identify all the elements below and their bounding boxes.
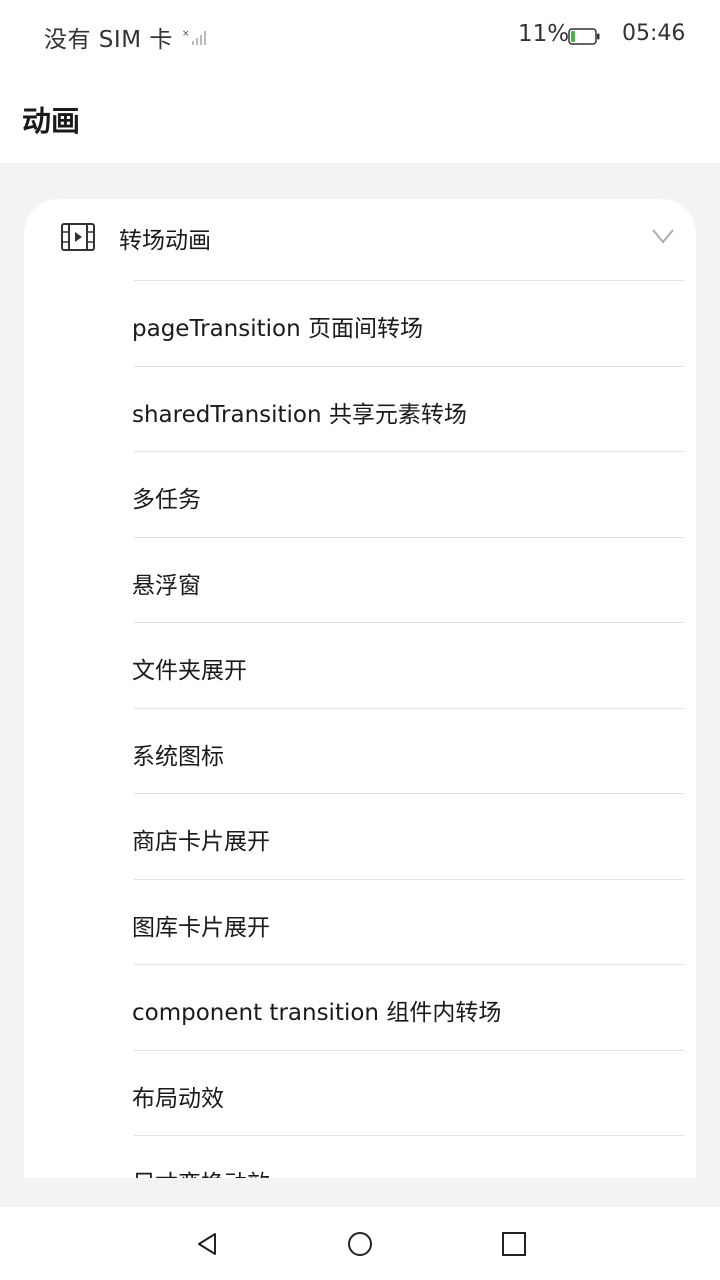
list-item-label: 多任务	[132, 487, 201, 513]
film-icon	[61, 223, 95, 251]
list-item-label: 文件夹展开	[132, 658, 247, 684]
header: 动画	[0, 70, 720, 163]
list-item-label: 商店卡片展开	[132, 829, 270, 855]
list-item[interactable]: pageTransition 页面间转场	[132, 280, 684, 366]
clock: 05:46	[622, 21, 686, 46]
transition-animation-card: 转场动画 pageTransition 页面间转场 sharedTransiti…	[24, 199, 696, 1178]
recent-apps-icon[interactable]	[501, 1231, 527, 1257]
battery-percent: 11%	[518, 21, 570, 47]
battery-icon	[568, 28, 600, 45]
svg-text:×: ×	[182, 29, 190, 39]
list-item-label: pageTransition 页面间转场	[132, 316, 423, 342]
list-item-label: sharedTransition 共享元素转场	[132, 401, 467, 428]
list-item-label: component transition 组件内转场	[132, 1000, 502, 1026]
signal-icon: ×	[182, 29, 206, 45]
list-item-label: 系统图标	[132, 743, 224, 770]
page-title: 动画	[22, 104, 81, 138]
list-item[interactable]: sharedTransition 共享元素转场	[132, 365, 684, 452]
carrier-label: 没有 SIM 卡	[44, 27, 173, 53]
chevron-down-icon[interactable]	[651, 227, 675, 245]
list-item[interactable]: 悬浮窗	[132, 536, 684, 623]
list-item-label: 图库卡片展开	[132, 914, 270, 941]
card-header[interactable]: 转场动画	[24, 199, 696, 279]
navigation-bar	[0, 1207, 720, 1280]
list-item[interactable]: 系统图标	[132, 707, 684, 794]
list-item[interactable]: 文件夹展开	[132, 622, 684, 708]
transition-list: pageTransition 页面间转场 sharedTransition 共享…	[132, 280, 684, 1178]
list-item[interactable]: 多任务	[132, 451, 684, 537]
list-item[interactable]: 布局动效	[132, 1049, 684, 1136]
list-item-label: 悬浮窗	[132, 572, 201, 599]
home-icon[interactable]	[347, 1231, 373, 1257]
list-item[interactable]: 商店卡片展开	[132, 793, 684, 879]
list-item-label: 布局动效	[132, 1085, 224, 1112]
status-bar: 没有 SIM 卡 × 11% 05:46	[0, 0, 720, 70]
list-item[interactable]: 图库卡片展开	[132, 878, 684, 965]
list-item[interactable]: component transition 组件内转场	[132, 964, 684, 1050]
list-item-label: 尺寸变换动效	[132, 1164, 270, 1178]
list-item[interactable]: 尺寸变换动效	[132, 1135, 684, 1178]
back-icon[interactable]	[195, 1231, 221, 1257]
card-title: 转场动画	[119, 228, 211, 254]
